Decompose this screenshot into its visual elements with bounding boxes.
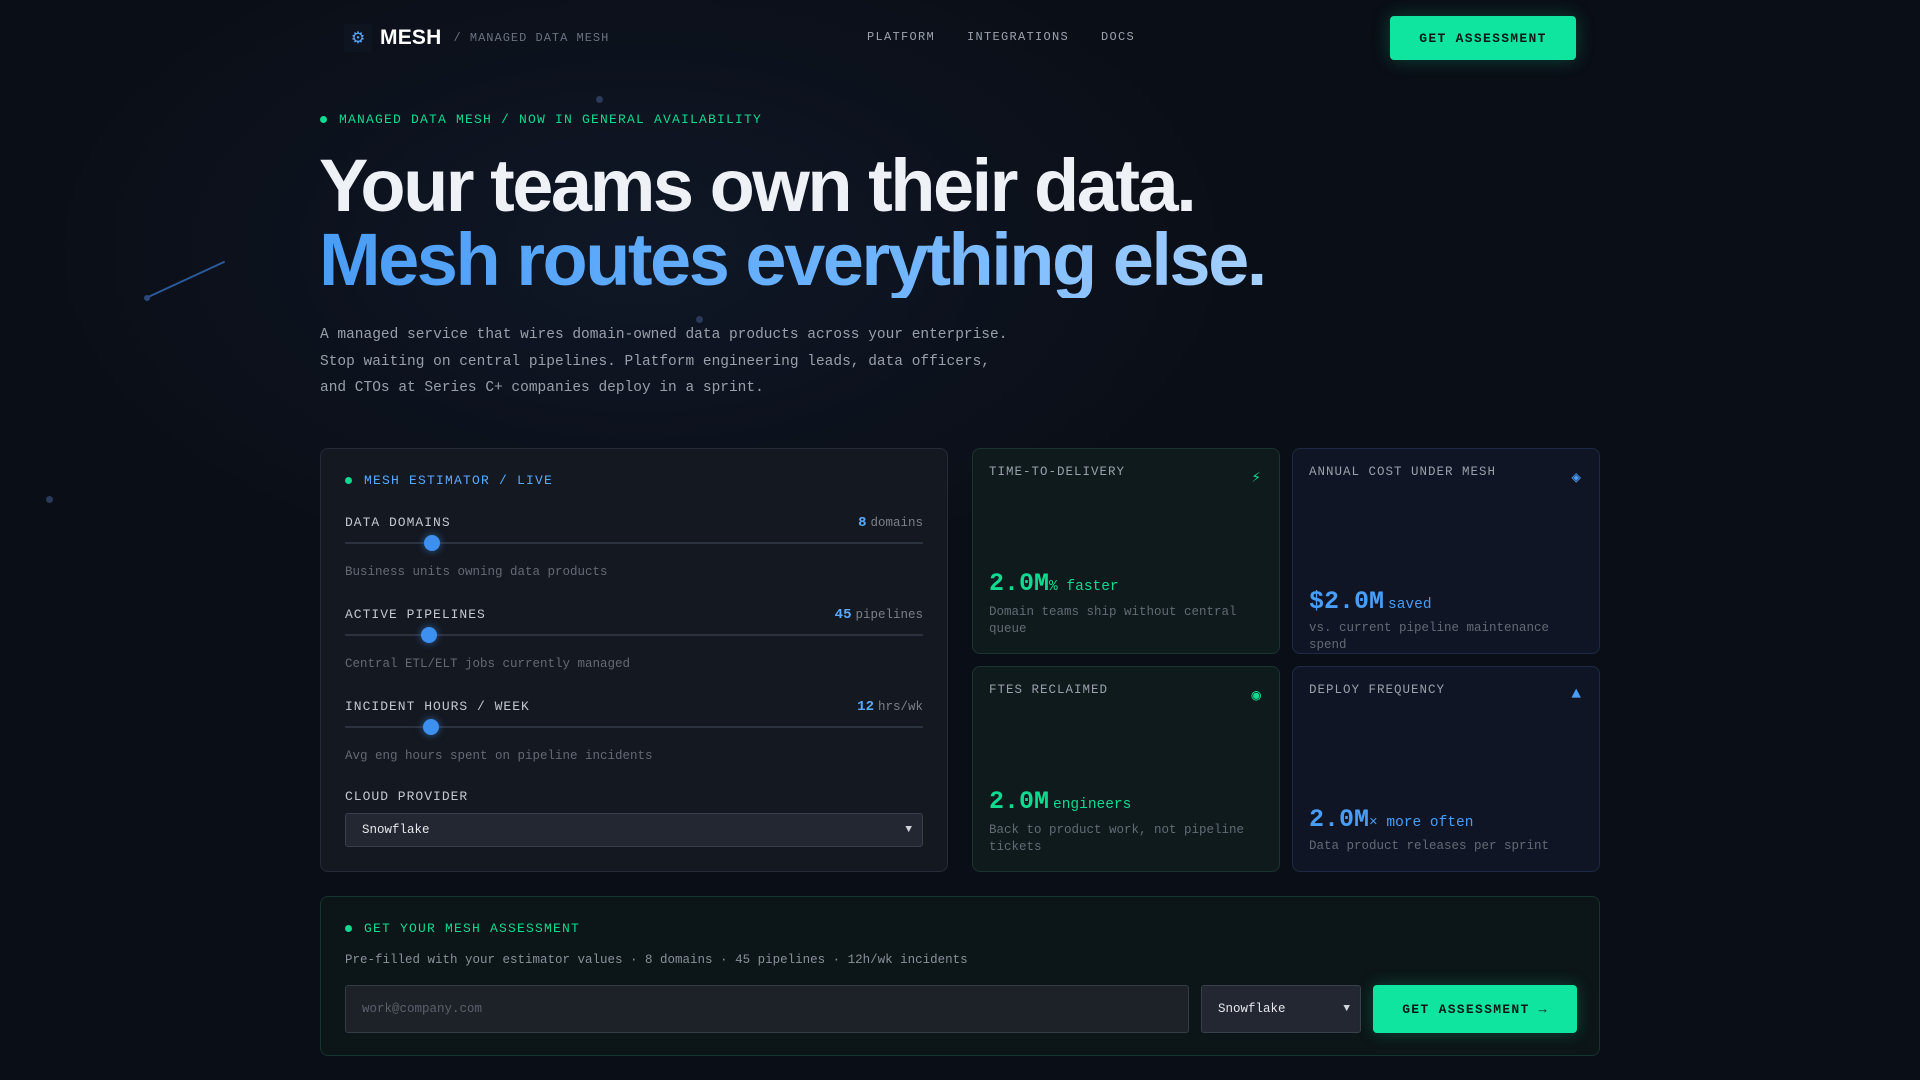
- select-value: Snowflake: [362, 823, 430, 837]
- lead-line: and CTOs at Series C+ companies deploy i…: [320, 380, 764, 396]
- page: ⚙ MESH / MANAGED DATA MESH PLATFORM INTE…: [0, 0, 1920, 1080]
- cloud-provider-select[interactable]: Snowflake ▼: [345, 813, 923, 847]
- card-value: $2.0M saved: [1309, 587, 1432, 616]
- card-description: Back to product work, not pipeline ticke…: [989, 823, 1245, 854]
- brand-tagline: / MANAGED DATA MESH: [453, 31, 610, 45]
- card-number: $2.0M: [1309, 587, 1385, 616]
- background-dot: [596, 96, 603, 103]
- slider-thumb[interactable]: [423, 535, 440, 551]
- slider-number: 45: [834, 607, 852, 623]
- card-value: 2.0M% faster: [989, 569, 1119, 598]
- hero-eyebrow: MANAGED DATA MESH / NOW IN GENERAL AVAIL…: [320, 112, 762, 127]
- target-icon: ◉: [1251, 687, 1261, 705]
- card-number: 2.0M: [989, 569, 1050, 598]
- nav-link-platform[interactable]: PLATFORM: [867, 30, 935, 44]
- card-annual-cost: ANNUAL COST UNDER MESH ◈ $2.0M saved vs. …: [1292, 448, 1600, 654]
- card-description: vs. current pipeline maintenance spend: [1309, 621, 1550, 652]
- select-value: Snowflake: [1218, 1002, 1286, 1016]
- slider-help: Central ETL/ELT jobs currently managed: [345, 657, 631, 671]
- card-title: DEPLOY FREQUENCY: [1309, 683, 1446, 697]
- slider-unit: domains: [870, 516, 923, 530]
- chevron-down-icon: ▼: [905, 824, 912, 836]
- status-dot: [320, 116, 327, 123]
- assessment-header: GET YOUR MESH ASSESSMENT: [345, 921, 580, 936]
- card-suffix: engineers: [1053, 797, 1132, 813]
- get-assessment-button[interactable]: GET ASSESSMENT: [1390, 16, 1576, 60]
- mesh-estimator-panel: MESH ESTIMATOR / LIVE DATA DOMAINS 8 doma…: [320, 448, 948, 872]
- lead-line: Stop waiting on central pipelines. Platf…: [320, 353, 991, 370]
- background-streak: [144, 261, 225, 301]
- top-nav: ⚙ MESH / MANAGED DATA MESH PLATFORM INTE…: [344, 16, 1576, 60]
- card-suffix: % faster: [1049, 579, 1119, 595]
- eyebrow-text: MANAGED DATA MESH / NOW IN GENERAL AVAIL…: [339, 112, 763, 127]
- hero-lead: A managed service that wires domain-owne…: [320, 322, 1040, 402]
- card-deploy-frequency: DEPLOY FREQUENCY ▲ 2.0M× more often Data…: [1292, 666, 1600, 872]
- assessment-panel: GET YOUR MESH ASSESSMENT Pre-filled with…: [320, 896, 1600, 1056]
- nav-links: PLATFORM INTEGRATIONS DOCS: [867, 30, 1135, 44]
- estimator-header: MESH ESTIMATOR / LIVE: [345, 473, 553, 488]
- card-description: Domain teams ship without central queue: [989, 605, 1237, 636]
- lead-line: A managed service that wires domain-owne…: [320, 327, 1008, 343]
- card-title: TIME-TO-DELIVERY: [989, 465, 1126, 479]
- slider-value: 45 pipelines: [835, 607, 923, 623]
- cloud-provider-label: CLOUD PROVIDER: [345, 789, 469, 804]
- logo[interactable]: ⚙ MESH / MANAGED DATA MESH: [344, 24, 609, 52]
- slider-unit: pipelines: [855, 608, 923, 622]
- slider-label: ACTIVE PIPELINES: [345, 607, 486, 622]
- slider-value: 12 hrs/wk: [857, 699, 923, 715]
- card-value: 2.0M× more often: [1309, 805, 1473, 834]
- slider-value: 8 domains: [858, 515, 923, 531]
- submit-assessment-button[interactable]: GET ASSESSMENT →: [1373, 985, 1577, 1033]
- hero-headline: Your teams own their data.: [319, 144, 1197, 227]
- background-dot: [46, 496, 53, 503]
- card-suffix: saved: [1388, 597, 1432, 613]
- card-time-to-delivery: TIME-TO-DELIVERY ⚡ 2.0M% faster Domain t…: [972, 448, 1280, 654]
- slider-number: 12: [857, 699, 874, 715]
- slider-help: Avg eng hours spent on pipeline incident…: [345, 749, 653, 763]
- card-number: 2.0M: [1309, 805, 1370, 834]
- slider-help: Business units owning data products: [345, 565, 608, 579]
- live-dot: [345, 477, 352, 484]
- card-suffix: × more often: [1369, 815, 1474, 831]
- email-field[interactable]: [345, 985, 1189, 1033]
- chevron-down-icon: ▼: [1343, 1003, 1350, 1015]
- slider-thumb[interactable]: [422, 719, 439, 735]
- lightning-icon: ⚡: [1251, 469, 1261, 487]
- nav-link-docs[interactable]: DOCS: [1101, 30, 1135, 44]
- card-title: FTES RECLAIMED: [989, 683, 1109, 697]
- brand-name: MESH: [380, 26, 442, 49]
- card-ftes-reclaimed: FTES RECLAIMED ◉ 2.0M engineers Back to p…: [972, 666, 1280, 872]
- slider-label: DATA DOMAINS: [345, 515, 451, 530]
- diamond-icon: ◈: [1571, 469, 1581, 487]
- card-value: 2.0M engineers: [989, 787, 1131, 816]
- assessment-subtitle: Pre-filled with your estimator values · …: [345, 953, 968, 967]
- slider-label: INCIDENT HOURS / WEEK: [345, 699, 530, 714]
- triangle-up-icon: ▲: [1571, 685, 1581, 703]
- estimator-title: MESH ESTIMATOR / LIVE: [364, 473, 554, 488]
- nav-link-integrations[interactable]: INTEGRATIONS: [967, 30, 1069, 44]
- status-dot: [345, 925, 352, 932]
- card-number: 2.0M: [989, 787, 1050, 816]
- assessment-title: GET YOUR MESH ASSESSMENT: [364, 921, 581, 936]
- slider-number: 8: [858, 515, 867, 531]
- slider-unit: hrs/wk: [877, 700, 923, 714]
- gear-icon: ⚙: [344, 24, 372, 52]
- slider-thumb[interactable]: [420, 627, 437, 643]
- card-description: Data product releases per sprint: [1309, 839, 1550, 853]
- hero-headline-accent: Mesh routes everything else.: [319, 218, 1267, 301]
- provider-select[interactable]: Snowflake ▼: [1201, 985, 1361, 1033]
- card-title: ANNUAL COST UNDER MESH: [1309, 465, 1497, 479]
